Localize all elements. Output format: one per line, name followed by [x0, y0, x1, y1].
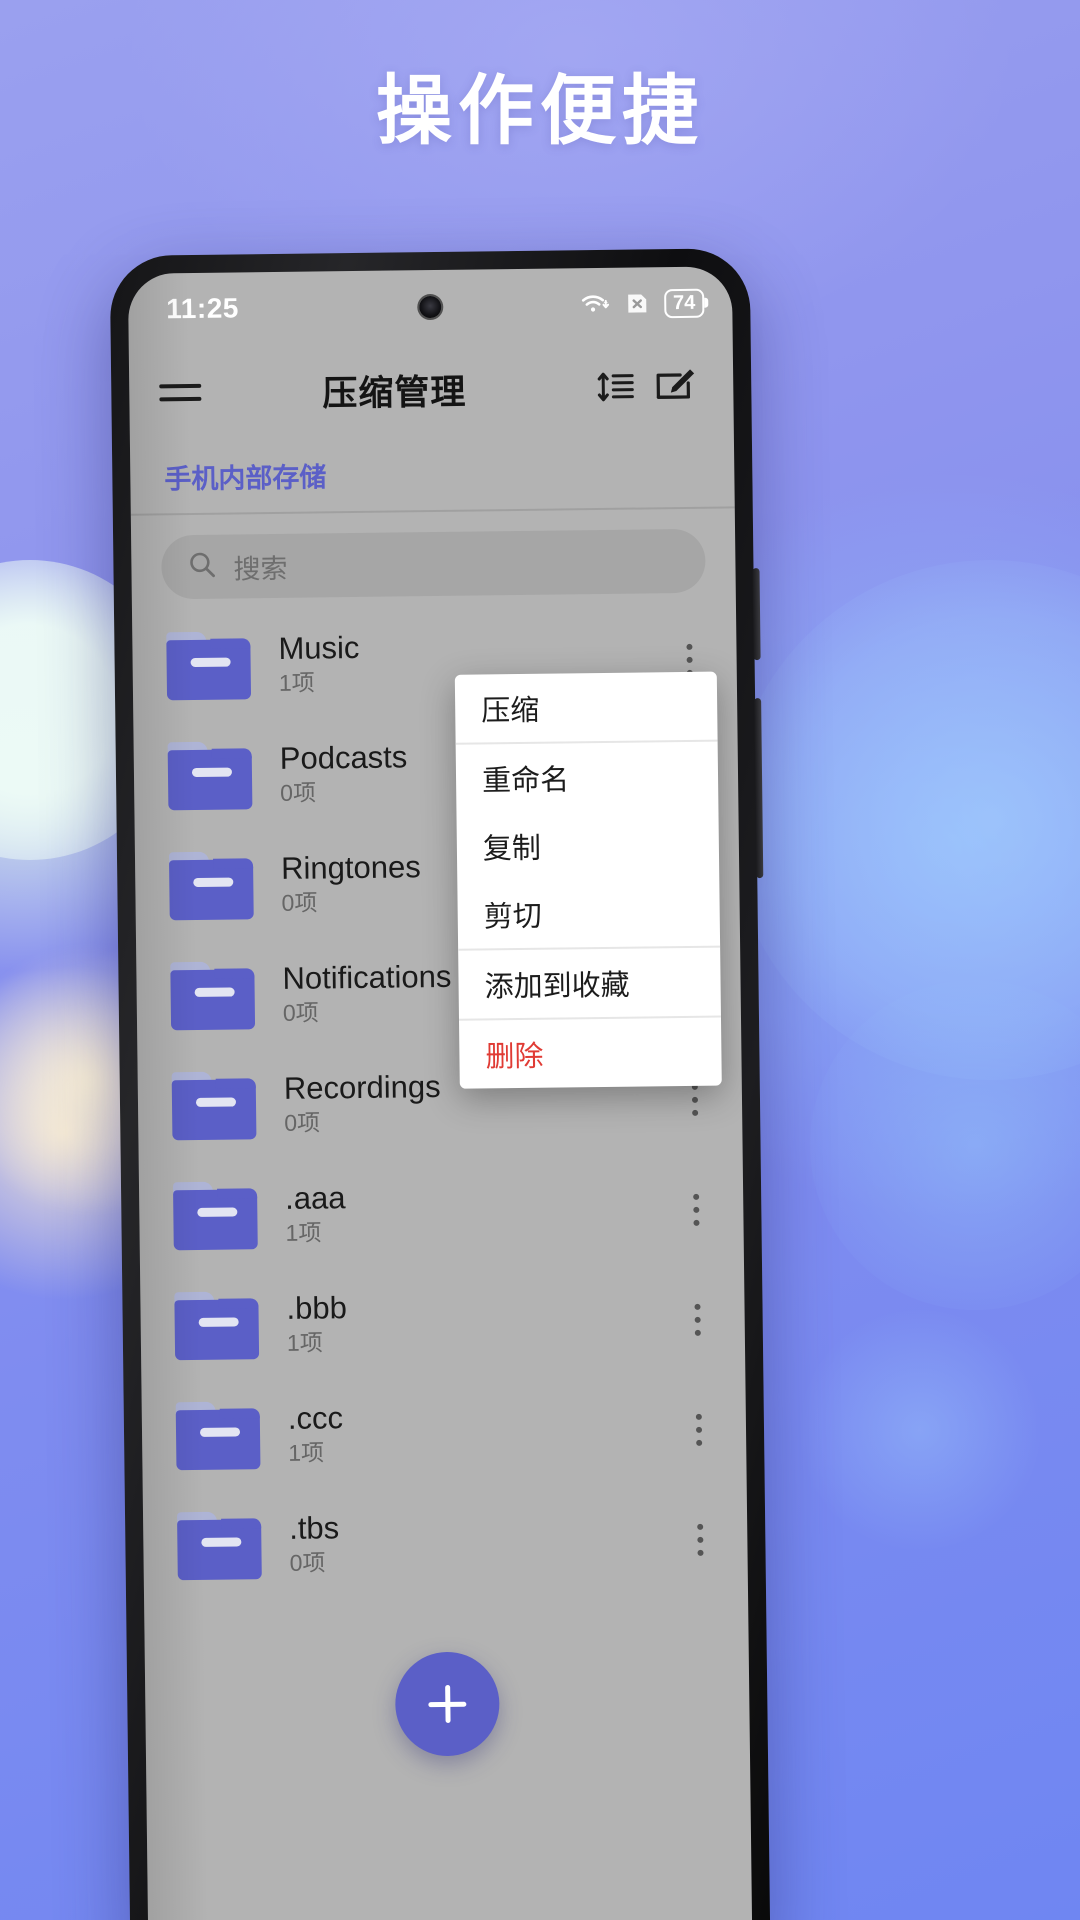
add-fab-button[interactable] — [394, 1651, 500, 1757]
more-vertical-icon[interactable] — [676, 1400, 723, 1461]
sort-icon[interactable] — [587, 357, 646, 416]
phone-screen: 11:25 74 压缩管理 手机内部存储 搜索 Music 1项 Podcast… — [127, 266, 753, 1920]
app-bar: 压缩管理 — [129, 338, 734, 439]
wifi-icon — [580, 292, 610, 316]
phone-mockup: 11:25 74 压缩管理 手机内部存储 搜索 Music 1项 Podcast… — [109, 248, 771, 1920]
file-item-name: .bbb — [286, 1289, 348, 1326]
battery-level-text: 74 — [672, 291, 696, 314]
phone-power-button — [754, 698, 764, 879]
file-item-count: 1项 — [285, 1219, 322, 1247]
background-blob-right-b — [810, 980, 1080, 1310]
search-icon — [187, 549, 217, 584]
edit-icon[interactable] — [645, 357, 704, 416]
context-menu-item[interactable]: 复制 — [456, 810, 719, 881]
file-item-meta: .ccc 1项 — [288, 1396, 677, 1469]
page-title: 压缩管理 — [322, 372, 467, 413]
file-item-name: .aaa — [284, 1179, 346, 1216]
folder-icon — [170, 961, 256, 1031]
folder-icon — [172, 1181, 258, 1251]
battery-status-badge: 74 — [663, 288, 705, 318]
file-item-name: Music — [278, 629, 360, 666]
context-menu[interactable]: 压缩 重命名 复制 剪切 添加到收藏 删除 — [454, 671, 722, 1089]
context-menu-item[interactable]: 添加到收藏 — [458, 948, 721, 1019]
search-input[interactable]: 搜索 — [161, 528, 706, 600]
background-blob-right-c — [800, 1310, 1040, 1550]
status-bar-clock: 11:25 — [166, 292, 240, 325]
search-area: 搜索 — [131, 508, 736, 611]
file-item-count: 1项 — [288, 1439, 325, 1467]
file-item-count: 0项 — [289, 1549, 326, 1577]
folder-icon — [171, 1071, 257, 1141]
background-blob-right-a — [730, 560, 1080, 1080]
context-menu-group: 重命名 复制 剪切 — [455, 739, 721, 949]
poster-headline: 操作便捷 — [376, 69, 704, 154]
front-camera-punch-hole — [419, 295, 442, 319]
file-list-item[interactable]: .tbs 0项 — [143, 1484, 748, 1601]
file-list-item[interactable]: .aaa 1项 — [139, 1154, 744, 1271]
more-vertical-icon[interactable] — [677, 1510, 724, 1571]
file-item-meta: .tbs 0项 — [289, 1506, 678, 1579]
context-menu-group: 压缩 — [455, 672, 718, 743]
file-list-item[interactable]: .bbb 1项 — [140, 1264, 745, 1381]
status-bar: 11:25 74 — [128, 266, 733, 345]
context-menu-item[interactable]: 压缩 — [455, 672, 718, 743]
more-vertical-icon[interactable] — [674, 1290, 721, 1351]
breadcrumb-path-text: 手机内部存储 — [164, 461, 327, 494]
file-item-name: .tbs — [288, 1510, 340, 1546]
plus-icon-bar — [428, 1701, 467, 1707]
context-menu-group: 删除 — [458, 1015, 722, 1089]
folder-icon — [176, 1511, 262, 1581]
file-item-meta: .bbb 1项 — [286, 1286, 675, 1359]
file-item-meta: .aaa 1项 — [285, 1176, 674, 1249]
folder-icon — [174, 1291, 260, 1361]
file-list-item[interactable]: .ccc 1项 — [141, 1374, 746, 1491]
promo-poster: 操作便捷 11:25 74 压缩管理 手机内部存储 搜索 Music 1项 Po… — [0, 0, 1080, 1920]
file-item-count: 0项 — [284, 1109, 321, 1137]
context-menu-item[interactable]: 剪切 — [457, 878, 720, 949]
context-menu-item[interactable]: 删除 — [459, 1018, 722, 1089]
folder-icon — [166, 631, 252, 701]
context-menu-group: 添加到收藏 — [458, 945, 721, 1019]
more-vertical-icon[interactable] — [673, 1180, 720, 1241]
breadcrumb[interactable]: 手机内部存储 — [129, 432, 735, 516]
folder-icon — [167, 741, 253, 811]
status-bar-icons: 74 — [580, 288, 705, 319]
folder-icon — [168, 851, 254, 921]
file-item-name: .ccc — [287, 1399, 344, 1436]
context-menu-item[interactable]: 重命名 — [456, 742, 719, 813]
file-item-count: 1项 — [286, 1329, 323, 1357]
no-sim-icon — [624, 290, 650, 316]
search-placeholder-text: 搜索 — [233, 553, 288, 584]
folder-icon — [175, 1401, 261, 1471]
phone-volume-button — [752, 568, 761, 661]
